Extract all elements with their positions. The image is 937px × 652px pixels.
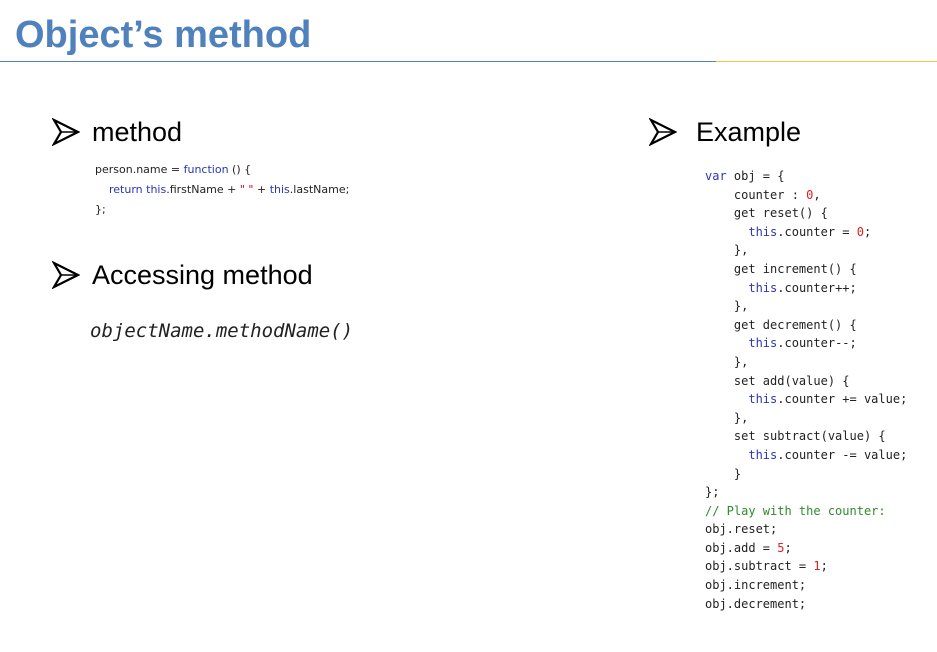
bullet-example: Example (649, 116, 801, 148)
access-code: objectName.methodName() (90, 320, 354, 342)
example-code-comment: // Play with the counter: (705, 503, 886, 518)
method-code-line-3: }; (95, 203, 106, 216)
example-code-line: set subtract(value) { (705, 429, 886, 444)
bullet-example-label: Example (696, 117, 802, 147)
example-code-line: }, (705, 354, 749, 369)
example-code-line: var obj = { (705, 169, 785, 183)
title-divider-left (0, 61, 716, 62)
bullet-accessing-method: Accessing method (52, 259, 313, 291)
example-code-line: } (705, 466, 742, 481)
example-code-block: var obj = { counter : 0, get reset() { t… (705, 167, 907, 613)
example-code-line: }, (705, 299, 749, 314)
example-code-line: this.counter += value; (748, 392, 908, 407)
arrow-bullet-icon (52, 261, 80, 289)
example-code-line: obj.decrement; (705, 596, 807, 611)
example-code-line: }, (705, 243, 749, 258)
example-code-line: this.counter++; (748, 280, 857, 295)
arrow-bullet-icon (649, 118, 677, 146)
arrow-bullet-icon (52, 118, 80, 146)
example-code-line: }, (705, 410, 749, 425)
example-code-line: get increment() { (705, 261, 857, 276)
title-divider-right (716, 61, 937, 62)
example-code-line: get decrement() { (705, 317, 857, 332)
example-code-line: this.counter--; (748, 336, 857, 351)
slide: Object’s method method person.name = fun… (0, 0, 937, 652)
example-code-line: this.counter -= value; (748, 447, 908, 462)
method-code-line-1: person.name = function () { (95, 163, 252, 176)
example-code-line: obj.increment; (705, 578, 807, 593)
example-code-line: obj.add = 5; (705, 540, 792, 555)
example-code-line: counter : 0, (705, 187, 821, 202)
bullet-method-label: method (92, 117, 183, 147)
method-code-line-2: return this.firstName + " " + this.lastN… (109, 183, 350, 196)
example-code-line: obj.reset; (705, 522, 778, 537)
slide-title: Object’s method (15, 14, 312, 56)
example-code-line: get reset() { (705, 206, 828, 221)
bullet-accessing-method-label: Accessing method (92, 260, 313, 290)
example-code-line: this.counter = 0; (748, 224, 872, 239)
method-code-block: person.name = function () { return this.… (95, 160, 349, 220)
bullet-method: method (52, 116, 182, 148)
example-code-line: obj.subtract = 1; (705, 559, 828, 574)
example-code-line: set add(value) { (705, 373, 850, 388)
example-code-line: }; (705, 485, 720, 500)
